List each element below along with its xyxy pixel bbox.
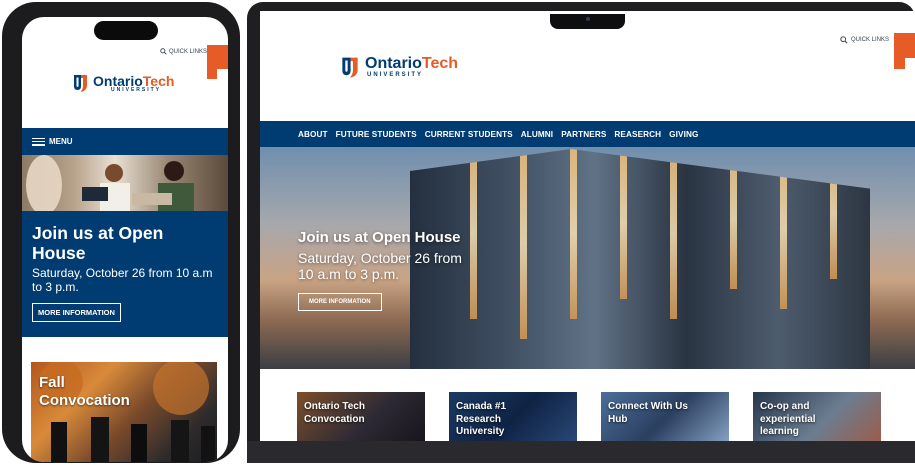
quick-links-link[interactable]: QUICK LINKS — [840, 36, 889, 44]
building-image — [410, 149, 870, 369]
desktop-hero-title: Join us at Open House — [298, 229, 461, 246]
hamburger-menu-icon[interactable] — [32, 137, 45, 146]
nav-item-alumni[interactable]: ALUMNI — [521, 130, 553, 139]
students-photo — [22, 155, 228, 211]
laptop-base — [247, 441, 915, 463]
feature-cards: Ontario Tech Convocation Canada #1 Resea… — [297, 392, 881, 441]
desktop-hero-text: Join us at Open House Saturday, October … — [298, 229, 473, 311]
search-icon — [160, 48, 167, 55]
card-label: Connect With Us Hub — [608, 401, 688, 425]
mobile-convocation-card[interactable]: Fall Convocation — [31, 362, 217, 462]
mobile-hero-subtitle: Saturday, October 26 from 10 a.m to 3 p.… — [32, 266, 213, 294]
shield-logo-icon — [342, 57, 358, 78]
menu-label: MENU — [49, 137, 73, 146]
nav-item-giving[interactable]: GIVING — [669, 130, 698, 139]
nav-item-about[interactable]: ABOUT — [298, 130, 328, 139]
camera-notch — [550, 14, 625, 29]
logo-wordmark: OntarioTech UNIVERSITY — [365, 55, 459, 79]
desktop-more-info-button[interactable]: MORE INFORMATION — [298, 293, 382, 311]
logo-wordmark: OntarioTech UNIVERSITY — [93, 74, 174, 93]
mobile-hero-title: Join us at Open House — [32, 223, 164, 263]
card-label: Co-op and experiential learning — [760, 401, 816, 437]
mobile-convocation-label: Fall Convocation — [39, 374, 130, 409]
quick-links-link[interactable]: QUICK LINKS — [160, 48, 207, 55]
desktop-hero-banner: Join us at Open House Saturday, October … — [260, 147, 915, 369]
mobile-more-info-button[interactable]: MORE INFORMATION — [32, 303, 121, 322]
nav-item-future-students[interactable]: FUTURE STUDENTS — [336, 130, 417, 139]
nav-item-current-students[interactable]: CURRENT STUDENTS — [425, 130, 513, 139]
main-navigation: ABOUT FUTURE STUDENTS CURRENT STUDENTS A… — [260, 121, 915, 147]
laptop-screen: QUICK LINKS OntarioTech UNIVERSITY ABOUT… — [260, 11, 915, 441]
mobile-hero-panel: Join us at Open House Saturday, October … — [22, 211, 228, 337]
laptop-frame: QUICK LINKS OntarioTech UNIVERSITY ABOUT… — [247, 2, 915, 463]
university-logo[interactable]: OntarioTech UNIVERSITY — [72, 73, 174, 93]
nav-item-research[interactable]: REASERCH — [614, 130, 661, 139]
quick-links-label: QUICK LINKS — [169, 48, 208, 55]
dynamic-island — [94, 21, 158, 40]
card-label: Ontario Tech Convocation — [304, 401, 365, 425]
logo-subtitle: UNIVERSITY — [111, 86, 162, 93]
quick-links-label: QUICK LINKS — [851, 37, 890, 43]
students-photo-art — [26, 155, 194, 211]
university-logo[interactable]: OntarioTech UNIVERSITY — [340, 55, 458, 79]
card-coop-learning[interactable]: Co-op and experiential learning — [753, 392, 881, 441]
desktop-hero-subtitle: Saturday, October 26 from 10 a.m to 3 p.… — [298, 250, 462, 282]
phone-screen: QUICK LINKS OntarioTech UNIVERSITY MENU — [22, 17, 228, 462]
mobile-menu-bar[interactable]: MENU — [22, 128, 228, 155]
phone-frame: QUICK LINKS OntarioTech UNIVERSITY MENU — [2, 2, 240, 463]
card-research-university[interactable]: Canada #1 Research University — [449, 392, 577, 441]
logo-name-part1: Ontario — [365, 55, 422, 72]
logo-subtitle: UNIVERSITY — [367, 72, 424, 78]
brand-accent-tab — [207, 45, 228, 79]
shield-logo-icon — [74, 75, 87, 92]
brand-accent-tab — [894, 33, 915, 69]
card-connect-hub[interactable]: Connect With Us Hub — [601, 392, 729, 441]
nav-item-partners[interactable]: PARTNERS — [561, 130, 606, 139]
search-icon — [840, 36, 848, 44]
logo-name-part2: Tech — [421, 55, 459, 72]
card-convocation[interactable]: Ontario Tech Convocation — [297, 392, 425, 441]
card-label: Canada #1 Research University — [456, 401, 507, 437]
